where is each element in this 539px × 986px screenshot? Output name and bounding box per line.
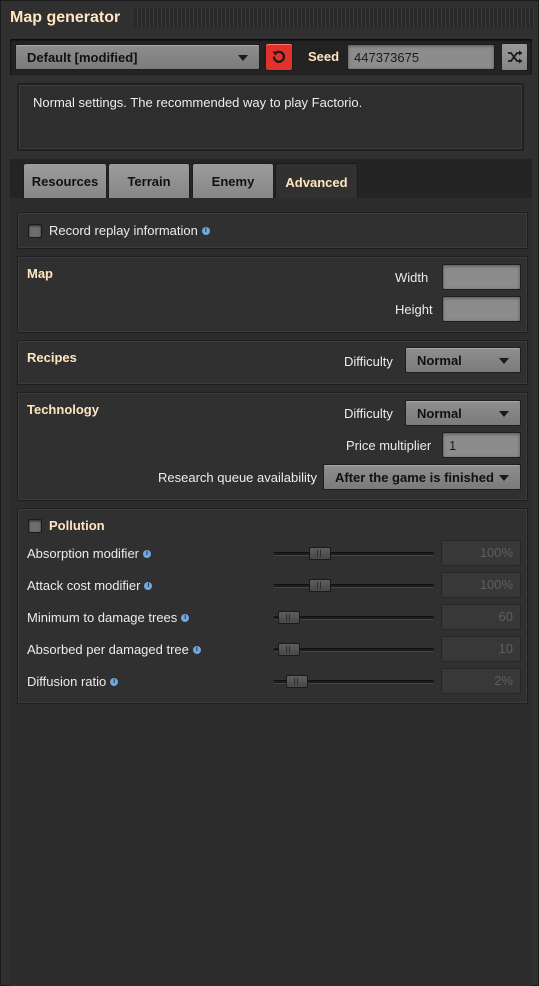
recipes-difficulty-value: Normal <box>417 352 462 368</box>
preset-description-text: Normal settings. The recommended way to … <box>33 95 363 110</box>
technology-difficulty-label: Difficulty <box>344 406 393 421</box>
record-replay-label-text: Record replay information <box>49 223 198 238</box>
pollution-value-input[interactable]: 2% <box>441 668 521 694</box>
research-queue-value: After the game is finished <box>335 469 494 485</box>
technology-difficulty-value: Normal <box>417 405 462 421</box>
tab-resources[interactable]: Resources <box>23 163 107 198</box>
tab-enemy-label: Enemy <box>211 173 255 189</box>
pollution-row-label: Diffusion ratio i <box>27 674 119 689</box>
recipes-difficulty-dropdown[interactable]: Normal <box>405 347 521 373</box>
reset-preset-button[interactable] <box>265 43 293 71</box>
pollution-row-label: Minimum to damage trees i <box>27 610 190 625</box>
drag-handle[interactable] <box>134 8 534 28</box>
pollution-value: 2% <box>494 673 513 688</box>
pollution-value-input[interactable]: 100% <box>441 572 521 598</box>
pollution-value-input[interactable]: 60 <box>441 604 521 630</box>
chevron-down-icon <box>238 55 248 61</box>
recipes-section-title: Recipes <box>27 350 77 365</box>
reset-arrow-icon <box>272 50 286 63</box>
tab-advanced[interactable]: Advanced <box>275 163 358 200</box>
map-width-label: Width <box>395 270 429 285</box>
pollution-row-label-text: Absorption modifier <box>27 546 139 561</box>
pollution-checkbox[interactable] <box>28 519 42 533</box>
window-title: Map generator <box>10 9 121 26</box>
pollution-row-label: Absorbed per damaged tree i <box>27 642 201 657</box>
shuffle-icon <box>507 50 522 64</box>
pollution-value: 60 <box>498 609 513 624</box>
pollution-value: 100% <box>479 545 513 560</box>
map-section-title: Map <box>27 266 53 281</box>
record-replay-checkbox[interactable] <box>28 224 42 238</box>
pollution-slider-track[interactable] <box>274 552 434 556</box>
record-replay-label: Record replay information i <box>49 223 210 238</box>
technology-panel: Technology Difficulty Normal Price multi… <box>17 392 528 501</box>
chevron-down-icon <box>499 475 509 481</box>
replay-panel: Record replay information i <box>17 212 528 249</box>
title-bar[interactable]: Map generator <box>1 1 539 35</box>
preset-description: Normal settings. The recommended way to … <box>17 83 524 151</box>
tab-enemy[interactable]: Enemy <box>192 163 274 198</box>
pollution-value-input[interactable]: 10 <box>441 636 521 662</box>
preset-dropdown[interactable]: Default [modified] <box>15 44 260 70</box>
tab-bar: Resources Terrain Enemy Advanced <box>10 159 532 200</box>
pollution-row-label-text: Absorbed per damaged tree <box>27 642 189 657</box>
randomize-seed-button[interactable] <box>501 43 528 71</box>
chevron-down-icon <box>499 358 509 364</box>
seed-input[interactable]: 447373675 <box>347 44 495 70</box>
info-icon[interactable]: i <box>143 549 151 558</box>
preset-row: Default [modified] Seed 447373675 <box>10 39 532 75</box>
info-icon[interactable]: i <box>110 677 119 686</box>
pollution-slider-thumb[interactable] <box>286 675 308 688</box>
pollution-row-label: Attack cost modifier i <box>27 578 153 593</box>
pollution-section-title: Pollution <box>49 518 105 533</box>
recipes-panel: Recipes Difficulty Normal <box>17 340 528 385</box>
pollution-slider-track[interactable] <box>274 584 434 588</box>
pollution-value-input[interactable]: 100% <box>441 540 521 566</box>
pollution-row-label-text: Attack cost modifier <box>27 578 141 593</box>
research-queue-dropdown[interactable]: After the game is finished <box>323 464 521 490</box>
seed-label: Seed <box>308 49 340 64</box>
pollution-row-label-text: Minimum to damage trees <box>27 610 178 625</box>
tab-terrain-label: Terrain <box>127 173 171 189</box>
map-height-label: Height <box>395 302 433 317</box>
tab-advanced-label: Advanced <box>285 174 348 190</box>
map-height-input[interactable] <box>442 296 521 322</box>
seed-value: 447373675 <box>354 49 420 65</box>
pollution-panel: Pollution Absorption modifier i 100% Attack… <box>17 508 528 704</box>
price-multiplier-value: 1 <box>449 437 457 453</box>
map-generator-window: Map generator Default [modified] Seed 44… <box>0 0 539 986</box>
recipes-difficulty-label: Difficulty <box>344 354 393 369</box>
pollution-slider-thumb[interactable] <box>309 579 331 592</box>
pollution-value: 100% <box>479 577 513 592</box>
technology-difficulty-dropdown[interactable]: Normal <box>405 400 521 426</box>
price-multiplier-label: Price multiplier <box>346 438 432 453</box>
tab-resources-label: Resources <box>31 173 99 189</box>
chevron-down-icon <box>499 411 509 417</box>
info-icon[interactable]: i <box>144 581 153 590</box>
pollution-row-label: Absorption modifier i <box>27 546 151 561</box>
map-panel: Map Width Height <box>17 256 528 333</box>
pollution-value: 10 <box>498 641 513 656</box>
price-multiplier-input[interactable]: 1 <box>442 432 521 458</box>
map-width-input[interactable] <box>442 264 521 290</box>
tab-terrain[interactable]: Terrain <box>108 163 190 198</box>
technology-section-title: Technology <box>27 402 99 417</box>
pollution-slider-thumb[interactable] <box>278 611 300 624</box>
info-icon[interactable]: i <box>201 226 210 235</box>
info-icon[interactable]: i <box>181 613 190 622</box>
info-icon[interactable]: i <box>192 645 201 654</box>
pollution-slider-thumb[interactable] <box>278 643 300 656</box>
research-queue-label: Research queue availability <box>158 470 317 485</box>
preset-dropdown-value: Default [modified] <box>27 49 138 65</box>
pollution-slider-thumb[interactable] <box>309 547 331 560</box>
pollution-row-label-text: Diffusion ratio <box>27 674 107 689</box>
